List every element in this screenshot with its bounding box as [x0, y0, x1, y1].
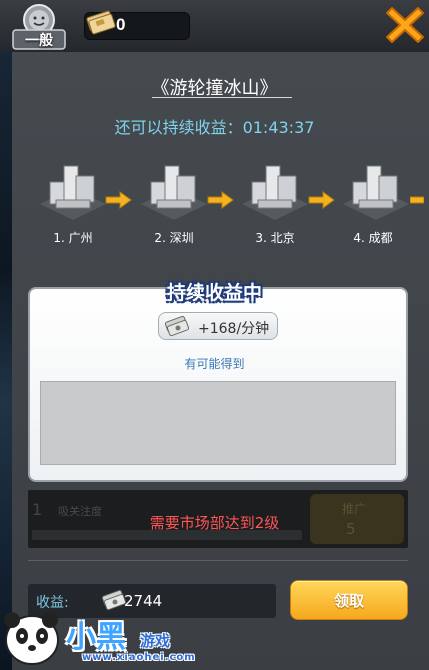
arrow-right-icon: [308, 191, 335, 209]
city-label: 3. 北京: [255, 231, 295, 245]
city-building-icon: [141, 165, 207, 220]
income-value: 2744: [124, 592, 163, 610]
reward-area: [40, 381, 396, 465]
arrow-right-icon: [105, 191, 132, 209]
close-icon[interactable]: [384, 4, 426, 46]
income-timer: 还可以持续收益：01:43:37: [114, 118, 315, 137]
city-label: 1. 广州: [53, 231, 93, 245]
city-building-icon: [242, 165, 308, 220]
city-building-icon: [343, 165, 409, 220]
panda-logo-icon: [4, 612, 59, 665]
title-underline: [152, 97, 292, 98]
background-scene: [0, 0, 12, 670]
income-rate: +168/分钟: [198, 321, 270, 337]
income-card-title: 持续收益中: [166, 282, 262, 304]
banknote-stack-icon: [86, 10, 116, 35]
divider: [28, 560, 408, 561]
requirement-text: 需要市场部达到2级: [149, 514, 280, 532]
coin-value: 0: [116, 15, 126, 34]
possible-rewards-label: 有可能得到: [184, 357, 245, 371]
city-label: 2. 深圳: [154, 231, 194, 245]
claim-button-label: 领取: [333, 592, 364, 610]
watermark-brand: 小黑: [66, 620, 126, 655]
watermark-sub: 游戏: [140, 632, 171, 650]
rank-label: 一般: [25, 33, 53, 49]
city-building-icon: [40, 165, 106, 220]
watermark-url: www.xiaohei.com: [82, 652, 196, 663]
city-label: 4. 成都: [353, 231, 393, 245]
arrow-right-icon: [410, 196, 424, 204]
arrow-right-icon: [207, 191, 234, 209]
cash-stack-icon: [164, 315, 190, 337]
